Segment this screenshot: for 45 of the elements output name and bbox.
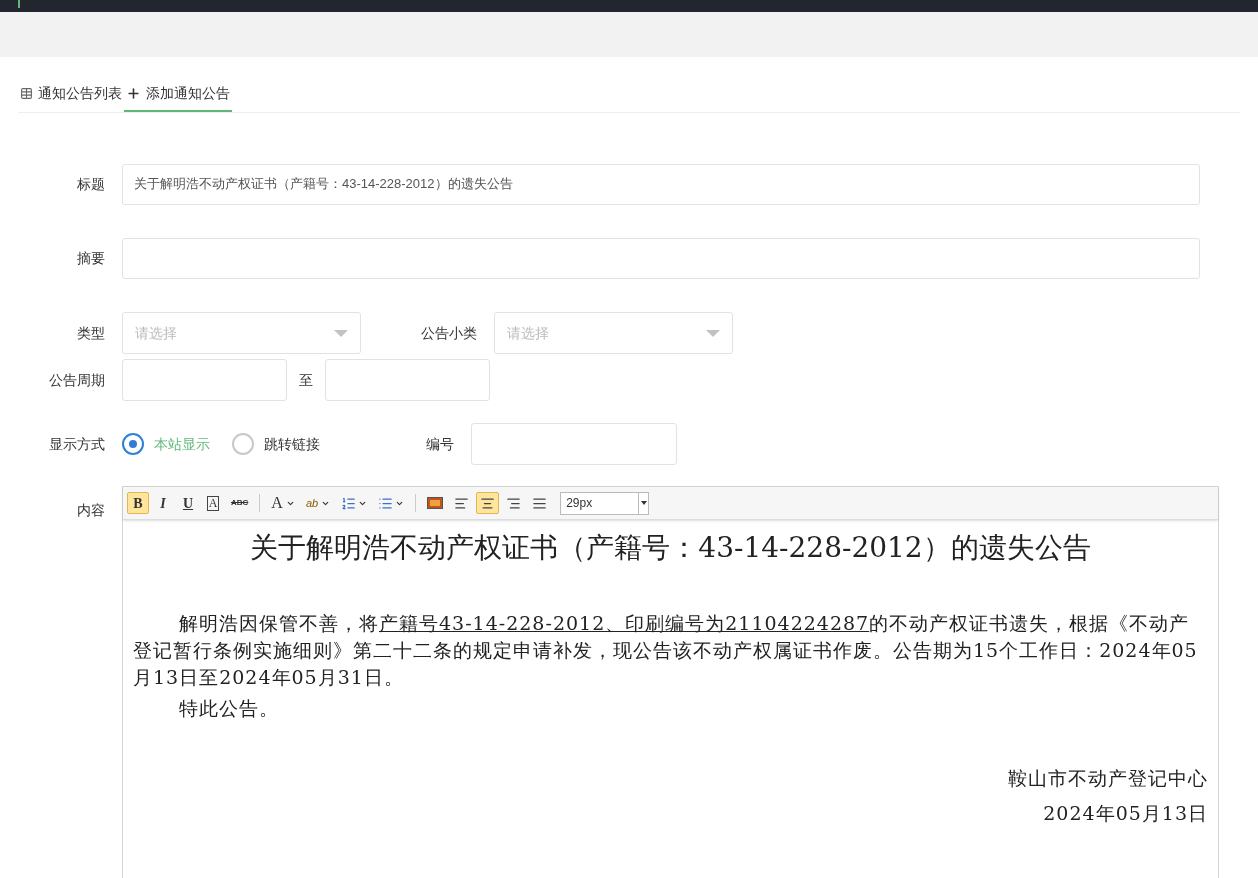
field-label: 类型	[77, 325, 105, 341]
tab[interactable]: 通知公告列表	[18, 76, 124, 112]
strikethrough-button[interactable]: ABC	[227, 492, 253, 514]
title-input[interactable]: 关于解明浩不动产权证书（产籍号：43-14-228-2012）的遗失公告	[122, 163, 1200, 205]
highlight-button[interactable]: ab	[301, 492, 335, 514]
radio-button[interactable]	[232, 433, 254, 455]
start-date-input[interactable]	[122, 359, 287, 401]
field-label: 显示方式	[49, 436, 105, 452]
field-label: 编号	[426, 436, 454, 452]
align-left-icon	[454, 495, 470, 511]
table-icon	[20, 86, 33, 100]
field-label: 摘要	[77, 250, 105, 266]
image-icon	[427, 497, 444, 509]
field-label: 标题	[77, 176, 105, 192]
align-center-icon	[480, 495, 496, 511]
bullet-list-icon	[378, 495, 394, 511]
radio-button[interactable]	[122, 433, 144, 455]
underline-button[interactable]: U	[177, 492, 199, 514]
font-color-button[interactable]: A	[267, 492, 299, 514]
number-input[interactable]	[471, 423, 677, 465]
plus-icon	[126, 85, 141, 101]
range-separator: 至	[299, 370, 313, 390]
align-right-icon	[506, 495, 522, 511]
numbered-list-icon	[341, 495, 357, 511]
align-center-button[interactable]	[476, 492, 500, 514]
justify-icon	[532, 495, 548, 511]
field-label: 公告小类	[421, 325, 477, 341]
summary-input[interactable]	[122, 237, 1200, 279]
tab[interactable]: 添加通知公告	[124, 76, 232, 112]
font-size-select[interactable]: 29px	[560, 491, 650, 515]
end-date-input[interactable]	[325, 359, 490, 401]
field-label: 内容	[77, 502, 105, 518]
document-date: 2024年05月13日	[1042, 800, 1208, 826]
document-closing: 特此公告。	[178, 696, 280, 721]
document-paragraph: 解明浩因保管不善，将产籍号43-14-228-2012、印刷编号为21104224287的不动产权证书遗失，根据《不动产登记暂行条例实施细则》第二十二条的规定申请补发，现公告该不动产权属证书作废。公告期为15个工作日：2024年05月13日至2024年05月31日。	[133, 611, 1199, 690]
dropdown-triangle-icon	[706, 329, 720, 337]
border-text-button[interactable]: A	[202, 492, 224, 514]
document-heading: 关于解明浩不动产权证书（产籍号：43-14-228-2012）的遗失公告	[249, 530, 1092, 566]
dropdown-triangle-icon	[334, 329, 348, 337]
bold-button[interactable]: B	[127, 492, 149, 514]
italic-button[interactable]: I	[152, 492, 174, 514]
document-signature: 鞍山市不动产登记中心	[1007, 766, 1208, 791]
field-label: 公告周期	[49, 372, 105, 388]
dropdown-triangle-icon	[640, 501, 647, 505]
radio-option[interactable]: 跳转链接	[232, 433, 320, 455]
